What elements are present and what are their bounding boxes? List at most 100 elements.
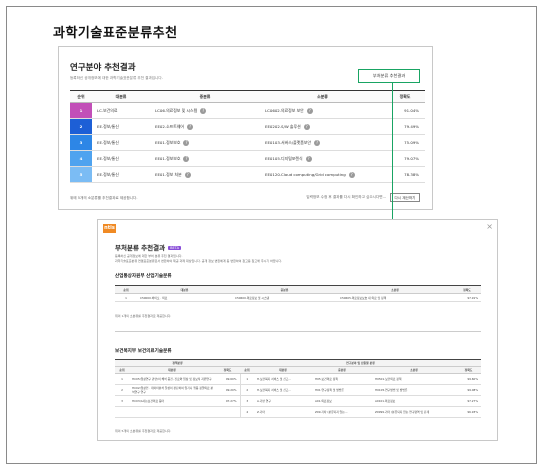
col-rank: 순위 <box>115 285 137 294</box>
group-header-research: 연구분야 및 산출물 분류 <box>240 359 481 367</box>
table-header-row: 순위 대분류 중분류 소분류 정확도 <box>115 285 481 294</box>
cell-minor: EE0202.S/W 솔루션? <box>260 118 385 135</box>
table-row: 3 EE.정보/통신 EE01.정보보호? EE0103.서버스/플랫폼보안? 75.0… <box>70 134 425 151</box>
cell-major: HC02(임상인 · 데이터분석 달성이 판단하여 임기니 행동 정밀의료 분석… <box>129 384 215 396</box>
table-row: 1 C50000.바이오 · 의료 C50600.의료정보 및 시스템 C506… <box>115 293 481 302</box>
table-row: 3 HC03(A사는보건의료 등터 97.27% 3 A.기반 연구 A01.의료정보 A0… <box>115 395 481 407</box>
cell-rank: 4 <box>239 406 254 418</box>
rank-cell: 1 <box>70 102 92 119</box>
cell-accuracy: 79.07% <box>385 150 425 167</box>
cell-major: LC.보건의료 <box>92 102 150 119</box>
col-middle: 중분류 <box>232 285 337 294</box>
cell-accuracy <box>215 406 240 418</box>
cell-minor: EE0120.Cloud computing/Grid computing? <box>260 166 385 183</box>
cell-middle: A01.의료정보 <box>312 395 372 407</box>
cell-rank <box>115 406 129 418</box>
modal-description: 등록하신 공개정보에 대한 부처 분류 추천 결과입니다. <box>115 254 183 258</box>
cell-middle: EE01.정보보호? <box>150 150 260 167</box>
cell-accuracy: 97.91% <box>453 293 481 302</box>
modal-description-2: 과학기술표준분류 연결표준분류로서 변환하여 제공 과제 대상입니다. 공개 정… <box>115 259 283 263</box>
col-accuracy: 정확도 <box>453 285 481 294</box>
help-icon[interactable]: ? <box>314 139 320 146</box>
rank-cell: 3 <box>70 134 92 151</box>
col-middle: 중분류 <box>150 90 260 103</box>
cell-rank: 2 <box>239 384 254 396</box>
beta-badge: BETA <box>168 246 181 250</box>
help-icon[interactable]: ? <box>184 171 191 178</box>
cell-major: H.보건복지 서비스 및 신고... <box>254 373 312 385</box>
rank-cell: 2 <box>70 118 92 135</box>
cell-accuracy: 97.27% <box>215 395 240 407</box>
cell-minor: EE0103.서버스/플랫폼보안? <box>260 134 385 151</box>
cell-minor-text: EE0105.디지털포렌식 <box>265 155 303 161</box>
help-icon[interactable]: ? <box>306 107 313 114</box>
col-major: 대분류 <box>92 90 150 103</box>
rank-cell: 4 <box>70 150 92 167</box>
divider <box>115 331 481 332</box>
col-middle: 중분류 <box>312 366 372 374</box>
col-minor: 소분류 <box>260 90 385 103</box>
cell-minor: H0501.보건의료 정책 <box>372 373 456 385</box>
help-icon[interactable]: ? <box>187 123 194 130</box>
table-row: 4 Z.기타 Z99.기타 (분류되지 않는... Z9999.기타 (분류되지 않는… <box>115 406 481 418</box>
table-row: 4 EE.정보/통신 EE01.정보보호? EE0105.디지털포렌식? 79.07% <box>70 150 425 167</box>
cell-middle: H05.보건의료 정책 <box>312 373 372 385</box>
cell-accuracy: 78.38% <box>385 166 425 183</box>
cell-middle: EE01.정보 처분? <box>150 166 260 183</box>
cell-middle: EE01.정보보호? <box>150 134 260 151</box>
table-header-row: 순위 대분류 중분류 소분류 정확도 <box>70 90 425 103</box>
cell-major: EE.정보/통신 <box>92 134 150 151</box>
cell-middle-text: EE01.정보 처분 <box>155 171 182 177</box>
section-note: 위의 5개의 소분류를 추천결과로 제공합니다. <box>115 429 172 433</box>
industry-table: 순위 대분류 중분류 소분류 정확도 1 C50000.바이오 · 의료 C50… <box>115 285 481 302</box>
cell-minor: EE0105.디지털포렌식? <box>260 150 385 167</box>
col-minor: 소분류 <box>372 366 456 374</box>
col-major: 대분류 <box>254 366 312 374</box>
col-accuracy: 정확도 <box>215 366 240 374</box>
help-icon[interactable]: ? <box>305 155 312 162</box>
research-recommendation-panel: 연구분야 추천결과 등록하신 공개정보에 대한 과학기술표준분류 추천 결과입니… <box>58 46 433 210</box>
table-row: 2 HC02(임상인 · 데이터분석 달성이 판단하여 임기니 행동 정밀의료 분… <box>115 384 481 396</box>
connector-line <box>392 83 393 222</box>
cell-accuracy: 97.27% <box>456 395 481 407</box>
recalculate-button[interactable]: 다시 계산하기 <box>390 193 420 202</box>
cell-minor: A0101.의료정보 <box>372 395 456 407</box>
cell-minor-text: EE0103.서버스/플랫폼보안 <box>265 139 311 145</box>
cell-minor: C50605.의료정보보호 내 의료 및 정책 <box>337 293 453 302</box>
panel-footer-note: 위에 5개의 소분류를 추천결과로 제공합니다. <box>70 196 138 200</box>
cell-middle-text: LC06.의료정보 및 시스템 <box>155 107 198 113</box>
cell-middle-text: EE02.소프트웨어 <box>155 123 185 129</box>
cell-major: C50000.바이오 · 의료 <box>137 293 232 302</box>
table-row: 1 HC05(임상연구 관련)이 해석 증진, 진료와 임상 및 정보적 지원연구… <box>115 373 481 385</box>
ministry-result-button[interactable]: 부처분류 추천결과 <box>358 69 420 83</box>
cell-middle-text: EE01.정보보호 <box>155 139 181 145</box>
cell-minor-text: EE0120.Cloud computing/Grid computing <box>265 171 346 177</box>
cell-accuracy: 75.09% <box>385 134 425 151</box>
cell-major: EE.정보/통신 <box>92 118 150 135</box>
cell-minor: Z9999.기타 (분류되지 않는 연구영역 및 단계 <box>372 406 456 418</box>
help-icon[interactable]: ? <box>183 155 190 162</box>
help-icon[interactable]: ? <box>303 123 310 130</box>
panel-title: 연구분야 추천결과 <box>70 63 136 73</box>
help-icon[interactable]: ? <box>183 139 190 146</box>
table-header-row: 순위 대분류 정확도 순위 대분류 중분류 소분류 정확도 <box>115 366 481 374</box>
cell-middle: EE02.소프트웨어? <box>150 118 260 135</box>
section-title-industry: 산업통상자원부 산업기술분류 <box>115 274 172 279</box>
cell-middle: LC06.의료정보 및 시스템? <box>150 102 260 119</box>
recommendation-table: 순위 대분류 중분류 소분류 정확도 1 LC.보건의료 LC06.의료정보 및 시… <box>70 90 425 183</box>
page-title: 과학기술표준분류추천 <box>53 26 178 41</box>
cell-middle: H01.연구정책 및 방법론 <box>312 384 372 396</box>
cell-rank: 3 <box>239 395 254 407</box>
cell-rank: 1 <box>115 293 137 302</box>
health-table: 정책분류 연구분야 및 산출물 분류 순위 대분류 정확도 순위 대분류 중분류… <box>115 359 481 418</box>
group-header-policy: 정책분류 <box>115 359 240 367</box>
rank-cell: 5 <box>70 166 92 183</box>
close-icon[interactable]: × <box>486 222 493 231</box>
cell-accuracy: 99.60% <box>456 373 481 385</box>
modal-title-text: 부처분류 추천결과 <box>115 244 166 252</box>
col-accuracy: 정확도 <box>385 90 425 103</box>
help-icon[interactable]: ? <box>200 107 207 114</box>
cell-minor: H0105.연구방법 및 방법론 <box>372 384 456 396</box>
cell-accuracy: 91.04% <box>385 102 425 119</box>
help-icon[interactable]: ? <box>348 171 355 178</box>
